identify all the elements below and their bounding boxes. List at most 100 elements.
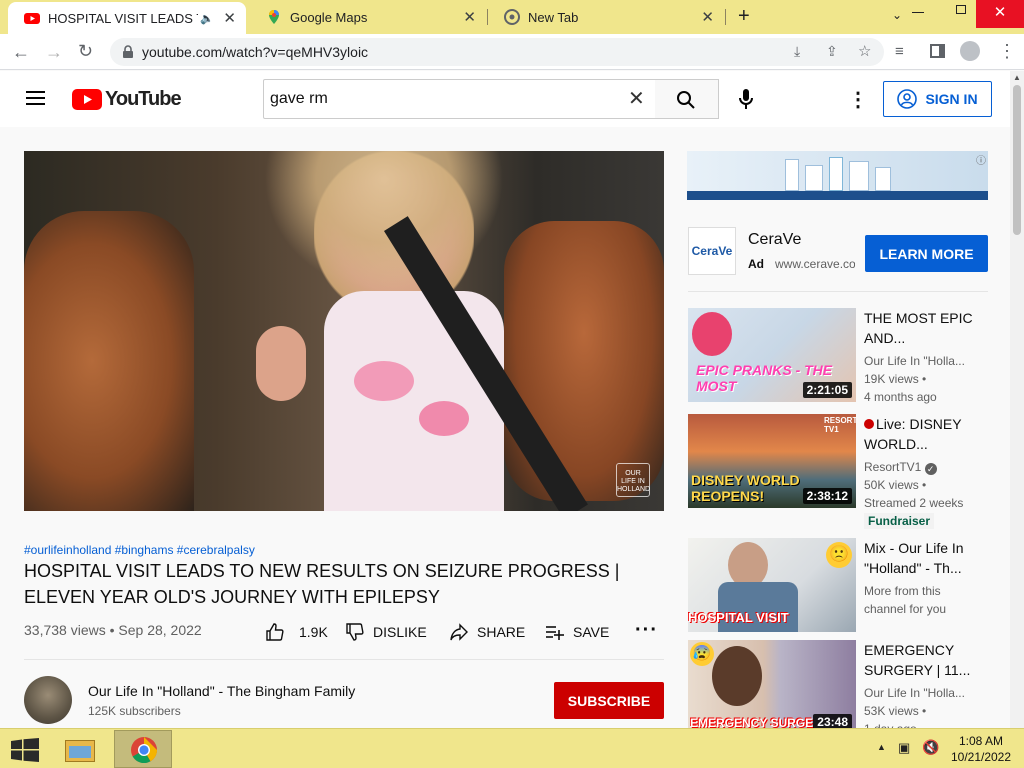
thumbnail-overlay-text: DISNEY WORLD REOPENS! xyxy=(691,472,800,504)
like-count: 1.9K xyxy=(299,624,328,640)
restore-button[interactable] xyxy=(956,5,966,14)
tab-strip: HOSPITAL VISIT LEADS TO N 🔈 ✕ Google Map… xyxy=(0,0,1024,34)
install-icon[interactable]: ⤓ xyxy=(794,43,800,60)
scrollbar-thumb[interactable] xyxy=(1013,85,1021,235)
related-mix-card[interactable]: 🙁 HOSPITAL VISIT Mix - Our Life In "Holl… xyxy=(688,538,988,638)
channel-name[interactable]: Our Life In "Holland" - The Bingham Fami… xyxy=(88,683,355,699)
tray-overflow-icon[interactable]: ▲ xyxy=(877,742,886,752)
ad-info-icon[interactable]: ⓘ xyxy=(976,152,986,167)
media-control-icon[interactable]: ≡ xyxy=(895,43,904,61)
like-button[interactable]: 1.9K xyxy=(265,622,328,642)
dislike-label: DISLIKE xyxy=(373,624,427,640)
related-video-views: 50K views • xyxy=(864,478,927,492)
network-icon[interactable]: ▣ xyxy=(898,740,910,756)
lock-icon[interactable] xyxy=(122,45,134,59)
search-button[interactable] xyxy=(655,79,719,119)
video-thumbnail[interactable]: EPIC PRANKS - THE MOST 2:21:05 xyxy=(688,308,856,402)
file-explorer-icon[interactable] xyxy=(63,734,97,764)
chrome-menu-icon[interactable]: ⋮ xyxy=(998,42,1016,60)
fundraiser-badge: Fundraiser xyxy=(864,513,935,529)
scroll-up-arrow-icon[interactable]: ▲ xyxy=(1013,73,1021,82)
back-icon[interactable]: ← xyxy=(12,43,30,61)
video-hashtags[interactable]: #ourlifeinholland #binghams #cerebralpal… xyxy=(24,543,255,557)
learn-more-button[interactable]: LEARN MORE xyxy=(865,235,988,272)
related-video-card[interactable]: 😰 EMERGENCY SURGE 23:48 EMERGENCY SURGER… xyxy=(688,640,988,728)
dislike-button[interactable]: DISLIKE xyxy=(345,622,427,642)
youtube-logo[interactable]: YouTube xyxy=(72,88,182,111)
tab-search-icon[interactable]: ⌄ xyxy=(892,8,902,22)
emoji-face-icon: 🙁 xyxy=(826,542,852,568)
tab-google-maps[interactable]: Google Maps ✕ xyxy=(250,0,486,34)
tab-title: New Tab xyxy=(528,9,579,25)
windows-taskbar: ▲ ▣ 🔇 1:08 AM 10/21/2022 xyxy=(0,728,1024,768)
share-button[interactable]: SHARE xyxy=(449,622,525,642)
volume-muted-icon[interactable]: 🔇 xyxy=(922,739,939,756)
youtube-logo-icon xyxy=(72,89,102,110)
tab-close-icon[interactable]: ✕ xyxy=(463,8,476,26)
related-video-views: 53K views • xyxy=(864,704,927,718)
profile-avatar[interactable] xyxy=(960,41,980,61)
related-video-title: EMERGENCY SURGERY | 11... xyxy=(864,642,971,678)
microphone-icon[interactable] xyxy=(739,88,753,110)
thumbnail-overlay-text: HOSPITAL VISIT xyxy=(688,610,789,625)
related-video-title: Live: DISNEY WORLD... xyxy=(864,414,988,454)
tab-new-tab[interactable]: New Tab ✕ xyxy=(488,0,724,34)
video-thumbnail[interactable]: 🙁 HOSPITAL VISIT xyxy=(688,538,856,632)
url-text: youtube.com/watch?v=qeMHV3yloic xyxy=(142,44,369,60)
share-icon[interactable]: ⇪ xyxy=(826,43,838,60)
tab-title: Google Maps xyxy=(290,9,368,25)
page-scrollbar[interactable]: ▲ xyxy=(1010,71,1024,728)
share-label: SHARE xyxy=(477,624,526,640)
mix-subtitle: More from this xyxy=(864,584,941,598)
windows-start-icon[interactable] xyxy=(11,738,39,762)
related-video-channel: ResortTV1 ✓ xyxy=(864,458,988,476)
ad-banner[interactable]: ⓘ xyxy=(687,151,988,200)
child-top xyxy=(324,291,504,511)
thumbnail-channel-logo: RESORT TV1 xyxy=(824,416,856,434)
thumbnail-person xyxy=(712,646,762,706)
related-video-title-text: Live: DISNEY WORLD... xyxy=(864,416,962,452)
ad-logo[interactable]: CeraVe xyxy=(688,227,736,275)
new-tab-button[interactable]: + xyxy=(738,5,750,28)
search-input[interactable]: gave rm xyxy=(263,79,656,119)
thumbs-down-icon xyxy=(346,623,364,641)
thumbs-up-icon xyxy=(266,623,284,641)
taskbar-chrome-button[interactable] xyxy=(114,730,172,768)
product-bottle xyxy=(829,157,843,191)
channel-avatar[interactable] xyxy=(24,676,72,724)
close-window-button[interactable]: ✕ xyxy=(976,0,1024,28)
reload-icon[interactable]: ↻ xyxy=(78,42,93,60)
side-panel-icon[interactable] xyxy=(930,44,945,58)
related-video-channel: Our Life In "Holla... xyxy=(864,686,965,700)
more-actions-icon[interactable]: ··· xyxy=(635,619,658,642)
subscribe-button[interactable]: SUBSCRIBE xyxy=(554,682,664,719)
related-video-card[interactable]: EPIC PRANKS - THE MOST 2:21:05 THE MOST … xyxy=(688,308,988,408)
settings-more-icon[interactable]: ⋮ xyxy=(848,87,868,112)
save-button[interactable]: SAVE xyxy=(545,622,609,642)
chrome-icon xyxy=(504,9,520,25)
video-duration: 23:48 xyxy=(813,714,852,728)
address-bar[interactable]: youtube.com/watch?v=qeMHV3yloic ⤓ ⇪ ☆ xyxy=(110,38,884,66)
forward-icon[interactable]: → xyxy=(45,43,63,61)
tab-close-icon[interactable]: ✕ xyxy=(701,8,714,26)
hamburger-menu-icon[interactable] xyxy=(26,91,45,93)
clock[interactable]: 1:08 AM 10/21/2022 xyxy=(946,733,1016,765)
related-video-title: Mix - Our Life In "Holland" - Th... xyxy=(864,540,964,576)
live-indicator-icon xyxy=(864,419,874,429)
minimize-button[interactable] xyxy=(912,12,924,13)
video-duration: 2:21:05 xyxy=(802,382,852,398)
clear-search-icon[interactable]: ✕ xyxy=(628,86,645,111)
clock-time: 1:08 AM xyxy=(958,734,1004,748)
sign-in-button[interactable]: SIGN IN xyxy=(883,81,992,117)
video-player[interactable]: OUR LIFE IN HOLLAND xyxy=(24,151,664,511)
ad-brand[interactable]: CeraVe xyxy=(748,231,801,249)
video-thumbnail[interactable]: RESORT TV1 DISNEY WORLD REOPENS! 2:38:12 xyxy=(688,414,856,508)
tab-close-icon[interactable]: ✕ xyxy=(223,9,236,27)
tab-youtube[interactable]: HOSPITAL VISIT LEADS TO N 🔈 ✕ xyxy=(8,2,246,34)
related-video-card[interactable]: RESORT TV1 DISNEY WORLD REOPENS! 2:38:12… xyxy=(688,414,988,534)
bookmark-star-icon[interactable]: ☆ xyxy=(858,42,871,60)
child-hand xyxy=(256,326,306,401)
divider xyxy=(24,659,664,660)
video-thumbnail[interactable]: 😰 EMERGENCY SURGE 23:48 xyxy=(688,640,856,728)
speaker-icon[interactable]: 🔈 xyxy=(200,12,214,25)
